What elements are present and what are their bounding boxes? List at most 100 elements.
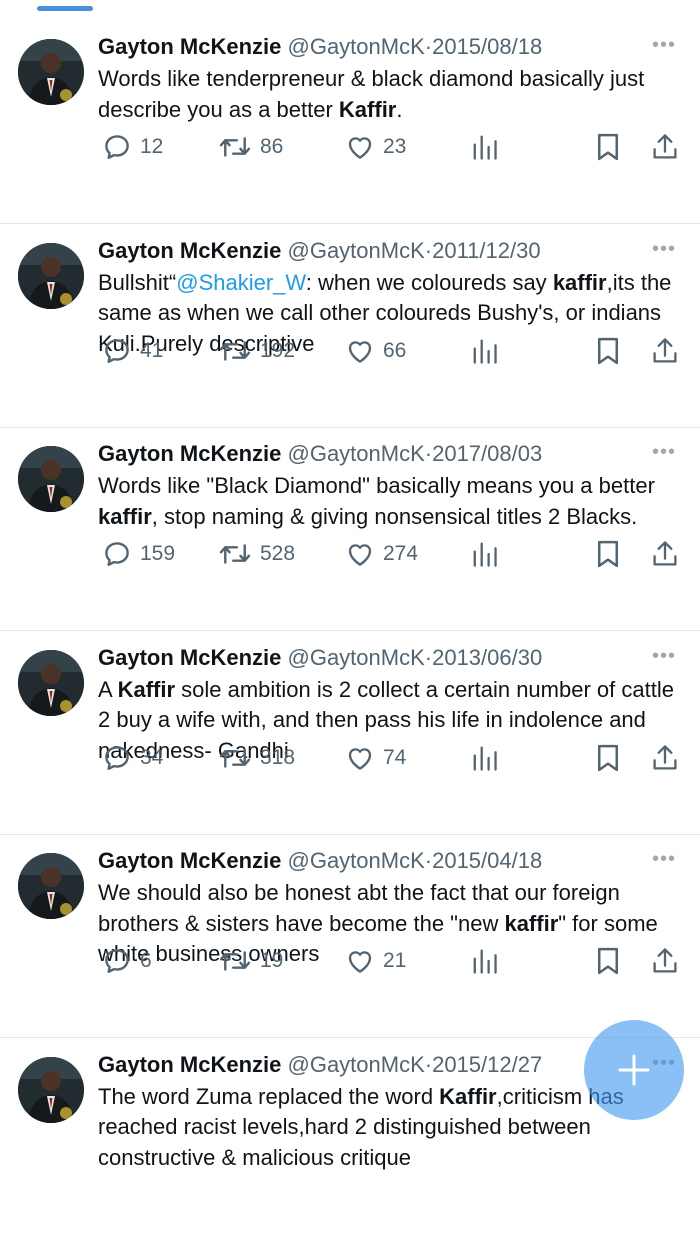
- views-button[interactable]: [470, 132, 498, 162]
- avatar[interactable]: [18, 853, 84, 919]
- compose-plus-icon: [618, 1054, 650, 1086]
- author-handle[interactable]: @GaytonMcK: [288, 645, 425, 670]
- reply-icon: [102, 336, 132, 366]
- author-handle[interactable]: @GaytonMcK: [288, 441, 425, 466]
- author-name[interactable]: Gayton McKenzie: [98, 34, 281, 59]
- like-button[interactable]: 74: [345, 743, 406, 773]
- reply-count: 34: [140, 745, 164, 769]
- reply-button[interactable]: 12: [102, 132, 163, 162]
- author-name[interactable]: Gayton McKenzie: [98, 645, 281, 670]
- bookmark-button[interactable]: [595, 132, 621, 162]
- share-button[interactable]: [651, 946, 679, 976]
- text-segment: , stop naming & giving nonsensical title…: [151, 503, 638, 529]
- meta-separator: ·: [424, 848, 433, 873]
- author-name[interactable]: Gayton McKenzie: [98, 441, 281, 466]
- reply-button[interactable]: 41: [102, 336, 163, 366]
- retweet-count: 86: [260, 135, 284, 158]
- like-button[interactable]: 21: [345, 946, 406, 976]
- more-icon[interactable]: •••: [652, 848, 676, 871]
- author-name[interactable]: Gayton McKenzie: [98, 848, 281, 873]
- tweet-header: Gayton McKenzie @GaytonMcK·2015/12/27: [98, 1050, 658, 1080]
- retweet-count: 318: [260, 745, 296, 769]
- retweet-button[interactable]: 528: [218, 539, 295, 569]
- avatar[interactable]: [18, 446, 84, 512]
- avatar[interactable]: [18, 649, 84, 716]
- share-button[interactable]: [651, 539, 679, 569]
- avatar[interactable]: [18, 242, 84, 309]
- compose-button[interactable]: [584, 1020, 684, 1120]
- reply-count: 41: [140, 338, 164, 362]
- like-count: 21: [383, 949, 407, 972]
- like-button[interactable]: 66: [345, 336, 406, 366]
- bookmark-button[interactable]: [595, 539, 621, 569]
- tweet-header: Gayton McKenzie @GaytonMcK·2017/08/03: [98, 439, 658, 469]
- text-segment: A: [98, 676, 118, 702]
- text-segment: : when we coloureds say: [305, 269, 553, 295]
- avatar[interactable]: [18, 1056, 84, 1123]
- avatar[interactable]: [18, 39, 84, 105]
- meta-separator: ·: [424, 237, 433, 263]
- more-icon[interactable]: •••: [652, 645, 676, 668]
- more-icon[interactable]: •••: [652, 238, 676, 261]
- tweet-date[interactable]: 2017/08/03: [432, 441, 542, 466]
- author-name[interactable]: Gayton McKenzie: [98, 238, 281, 263]
- share-button[interactable]: [651, 132, 679, 162]
- like-icon: [345, 743, 375, 773]
- bookmark-button[interactable]: [595, 946, 621, 976]
- views-button[interactable]: [470, 539, 498, 569]
- retweet-icon: [218, 946, 252, 976]
- retweet-button[interactable]: 318: [218, 743, 295, 773]
- tweet[interactable]: Gayton McKenzie @GaytonMcK·2015/04/18 •••…: [0, 834, 700, 1038]
- reply-button[interactable]: 6: [102, 946, 152, 976]
- tweet-header: Gayton McKenzie @GaytonMcK·2013/06/30: [98, 643, 658, 673]
- reply-button[interactable]: 159: [102, 539, 175, 569]
- tweet-text: Words like "Black Diamond" basically mea…: [98, 471, 688, 532]
- share-icon: [651, 539, 679, 569]
- tweet-date[interactable]: 2015/12/27: [432, 1052, 542, 1077]
- reply-icon: [102, 539, 132, 569]
- author-handle[interactable]: @GaytonMcK: [288, 238, 425, 263]
- author-handle[interactable]: @GaytonMcK: [288, 1052, 425, 1077]
- views-button[interactable]: [470, 946, 498, 976]
- tweet[interactable]: Gayton McKenzie @GaytonMcK·2011/12/30 •••…: [0, 224, 700, 428]
- like-button[interactable]: 274: [345, 539, 418, 569]
- retweet-button[interactable]: 192: [218, 336, 295, 366]
- bookmark-button[interactable]: [595, 336, 621, 366]
- bookmark-button[interactable]: [595, 743, 621, 773]
- retweet-count: 19: [260, 949, 284, 972]
- tweet[interactable]: Gayton McKenzie @GaytonMcK·2017/08/03 •••…: [0, 427, 700, 631]
- views-button[interactable]: [470, 336, 498, 366]
- author-name[interactable]: Gayton McKenzie: [98, 1052, 281, 1077]
- highlighted-text: Kaffir: [117, 676, 176, 702]
- reply-button[interactable]: 34: [102, 743, 163, 773]
- more-icon[interactable]: •••: [652, 34, 676, 57]
- mention-link[interactable]: @Shakier_W: [176, 270, 306, 295]
- author-handle[interactable]: @GaytonMcK: [288, 34, 425, 59]
- share-button[interactable]: [651, 336, 679, 366]
- like-icon: [345, 946, 375, 976]
- retweet-count: 192: [260, 338, 296, 362]
- retweet-icon: [218, 539, 252, 569]
- views-icon: [470, 132, 498, 162]
- tweet-date[interactable]: 2013/06/30: [432, 645, 542, 670]
- highlighted-text: Kaffir: [338, 96, 397, 122]
- text-segment: .: [396, 96, 403, 122]
- highlighted-text: kaffir: [504, 910, 559, 936]
- author-handle[interactable]: @GaytonMcK: [288, 848, 425, 873]
- retweet-button[interactable]: 19: [218, 946, 283, 976]
- share-button[interactable]: [651, 743, 679, 773]
- views-button[interactable]: [470, 743, 498, 773]
- views-icon: [470, 743, 498, 773]
- tweet-date[interactable]: 2015/04/18: [432, 848, 542, 873]
- bookmark-icon: [595, 946, 621, 976]
- views-icon: [470, 539, 498, 569]
- like-button[interactable]: 23: [345, 132, 406, 162]
- tweet-date[interactable]: 2011/12/30: [432, 238, 540, 263]
- tweet-date[interactable]: 2015/08/18: [432, 34, 542, 59]
- views-icon: [470, 946, 498, 976]
- tweet[interactable]: Gayton McKenzie @GaytonMcK·2015/08/18 •••…: [0, 20, 700, 224]
- more-icon[interactable]: •••: [652, 441, 676, 464]
- share-icon: [651, 946, 679, 976]
- tweet[interactable]: Gayton McKenzie @GaytonMcK·2013/06/30 •••…: [0, 631, 700, 835]
- retweet-button[interactable]: 86: [218, 132, 283, 162]
